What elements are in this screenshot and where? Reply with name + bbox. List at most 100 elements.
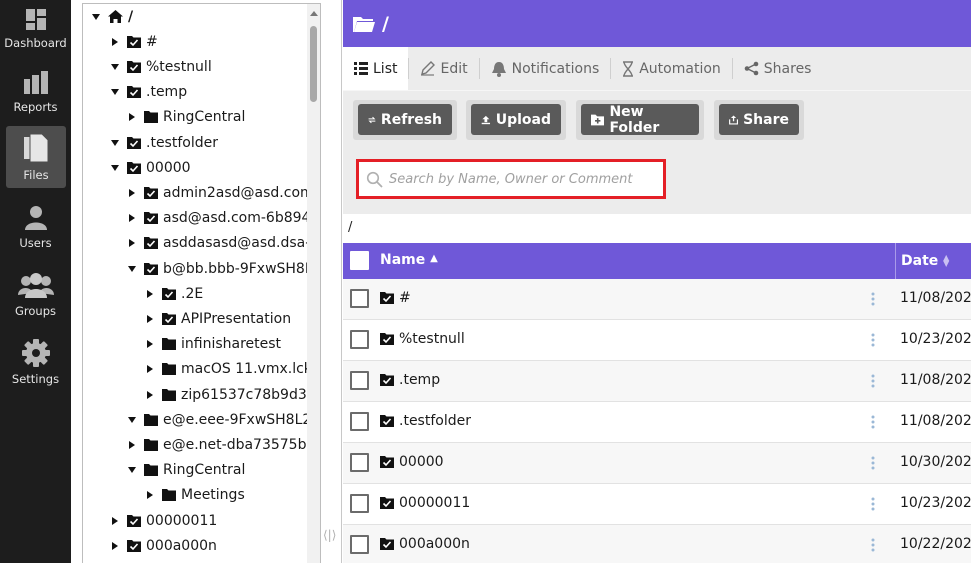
tree-node[interactable]: / xyxy=(91,4,133,29)
tree-node[interactable]: asddasasd@asd.dsa-9 xyxy=(127,231,319,256)
tree-node[interactable]: zip61537c78b9d3a xyxy=(145,382,315,407)
row-checkbox[interactable] xyxy=(350,412,369,431)
splitter-handle-icon[interactable]: ⟨|⟩ xyxy=(323,528,336,542)
breadcrumb-root[interactable]: / xyxy=(348,220,352,235)
tab-list[interactable]: List xyxy=(343,47,409,90)
nav-reports[interactable]: Reports xyxy=(0,58,71,120)
row-name-cell[interactable]: # xyxy=(380,290,411,306)
tree-node[interactable]: admin2asd@asd.com- xyxy=(127,180,319,205)
row-checkbox[interactable] xyxy=(350,289,369,308)
caret-down-icon[interactable] xyxy=(110,164,120,171)
caret-down-icon[interactable] xyxy=(110,63,120,70)
share-button[interactable]: Share xyxy=(719,104,799,135)
nav-users[interactable]: Users xyxy=(0,196,71,256)
caret-right-icon[interactable] xyxy=(145,340,155,349)
tab-shares[interactable]: Shares xyxy=(733,47,823,90)
tree-node[interactable]: .testfolder xyxy=(110,130,218,155)
caret-right-icon[interactable] xyxy=(145,365,155,374)
tree-node[interactable]: .2E xyxy=(145,281,203,306)
caret-right-icon[interactable] xyxy=(110,516,120,525)
table-row[interactable]: 000a000n 10/22/2024 xyxy=(343,525,971,563)
refresh-button[interactable]: Refresh xyxy=(358,104,452,135)
tree-node[interactable]: 000a000n xyxy=(110,533,217,558)
nav-dashboard[interactable]: Dashboard xyxy=(0,0,71,56)
row-checkbox[interactable] xyxy=(350,535,369,554)
caret-down-icon[interactable] xyxy=(110,139,120,146)
row-actions-menu-icon[interactable] xyxy=(861,368,885,394)
table-row[interactable]: .temp 11/08/2024 xyxy=(343,361,971,402)
column-date-header[interactable]: Date ▲ ▼ xyxy=(895,243,949,279)
table-row[interactable]: .testfolder 11/08/2024 xyxy=(343,402,971,443)
nav-files[interactable]: Files xyxy=(6,126,66,188)
new-folder-button[interactable]: New Folder xyxy=(581,104,699,136)
scroll-up-arrow-icon[interactable] xyxy=(310,11,318,16)
caret-down-icon[interactable] xyxy=(127,467,137,474)
row-name-cell[interactable]: 00000011 xyxy=(380,495,470,511)
tree-node[interactable]: APIPresentation xyxy=(145,306,291,331)
row-name-cell[interactable]: 000a000n xyxy=(380,536,470,552)
nav-groups[interactable]: Groups xyxy=(0,262,71,324)
caret-right-icon[interactable] xyxy=(127,440,137,449)
row-actions-menu-icon[interactable] xyxy=(861,327,885,353)
row-actions-menu-icon[interactable] xyxy=(861,532,885,558)
caret-right-icon[interactable] xyxy=(127,113,137,122)
select-all-checkbox[interactable] xyxy=(350,251,369,270)
tree-node[interactable]: asd@asd.com-6b894d xyxy=(127,206,319,231)
row-name-cell[interactable]: %testnull xyxy=(380,331,465,347)
caret-down-icon[interactable] xyxy=(110,89,120,96)
row-checkbox[interactable] xyxy=(350,330,369,349)
row-actions-menu-icon[interactable] xyxy=(861,409,885,435)
tree-node[interactable]: infinisharetest xyxy=(145,332,281,357)
tree-node[interactable]: RingCentral xyxy=(127,458,245,483)
row-name-cell[interactable]: .temp xyxy=(380,372,440,388)
row-checkbox[interactable] xyxy=(350,494,369,513)
tree-scrollbar[interactable] xyxy=(307,4,320,563)
nav-settings[interactable]: Settings xyxy=(0,330,71,392)
tab-automation[interactable]: Automation xyxy=(611,47,732,90)
search-box[interactable] xyxy=(356,159,666,199)
search-input[interactable] xyxy=(389,171,659,187)
caret-right-icon[interactable] xyxy=(110,37,120,46)
tree-node[interactable]: 00000 xyxy=(110,155,191,180)
caret-right-icon[interactable] xyxy=(145,491,155,500)
caret-right-icon[interactable] xyxy=(145,314,155,323)
tree-node[interactable]: # xyxy=(110,29,158,54)
tree-node-label: 00000 xyxy=(146,159,191,176)
tree-node[interactable]: Meetings xyxy=(145,483,245,508)
caret-down-icon[interactable] xyxy=(127,416,137,423)
table-row[interactable]: 00000011 10/23/2024 xyxy=(343,484,971,525)
tree-node[interactable]: b@bb.bbb-9FxwSH8L2 xyxy=(127,256,320,281)
caret-right-icon[interactable] xyxy=(145,390,155,399)
tree-node[interactable]: macOS 11.vmx.lck xyxy=(145,357,312,382)
tree-node[interactable]: e@e.eee-9FxwSH8L2N xyxy=(127,407,320,432)
caret-down-icon[interactable] xyxy=(127,265,137,272)
row-actions-menu-icon[interactable] xyxy=(861,491,885,517)
tree-node[interactable]: %testnull xyxy=(110,54,212,79)
tree-node[interactable]: 00000011 xyxy=(110,508,217,533)
tree-node[interactable]: .temp xyxy=(110,80,187,105)
scroll-thumb[interactable] xyxy=(310,26,317,102)
refresh-button-label: Refresh xyxy=(380,111,442,128)
table-row[interactable]: 00000 10/30/2024 xyxy=(343,443,971,484)
row-name-cell[interactable]: 00000 xyxy=(380,454,444,470)
row-actions-menu-icon[interactable] xyxy=(861,450,885,476)
row-checkbox[interactable] xyxy=(350,453,369,472)
tab-edit[interactable]: Edit xyxy=(409,47,478,90)
tab-notifications[interactable]: Notifications xyxy=(480,47,611,90)
caret-right-icon[interactable] xyxy=(127,239,137,248)
panel-splitter[interactable]: ⟨|⟩ xyxy=(321,0,341,563)
upload-button[interactable]: Upload xyxy=(471,104,561,135)
table-row[interactable]: #11/08/2024 xyxy=(343,279,971,320)
caret-right-icon[interactable] xyxy=(110,541,120,550)
tree-node[interactable]: RingCentral xyxy=(127,105,245,130)
column-name-header[interactable]: Name ▲ xyxy=(380,252,438,268)
table-row[interactable]: %testnull 10/23/2024 xyxy=(343,320,971,361)
tree-node[interactable]: e@e.net-dba73575b8( xyxy=(127,432,320,457)
row-name-cell[interactable]: .testfolder xyxy=(380,413,471,429)
row-checkbox[interactable] xyxy=(350,371,369,390)
row-actions-menu-icon[interactable] xyxy=(861,286,885,312)
caret-down-icon[interactable] xyxy=(91,13,101,20)
caret-right-icon[interactable] xyxy=(145,289,155,298)
caret-right-icon[interactable] xyxy=(127,214,137,223)
caret-right-icon[interactable] xyxy=(127,188,137,197)
